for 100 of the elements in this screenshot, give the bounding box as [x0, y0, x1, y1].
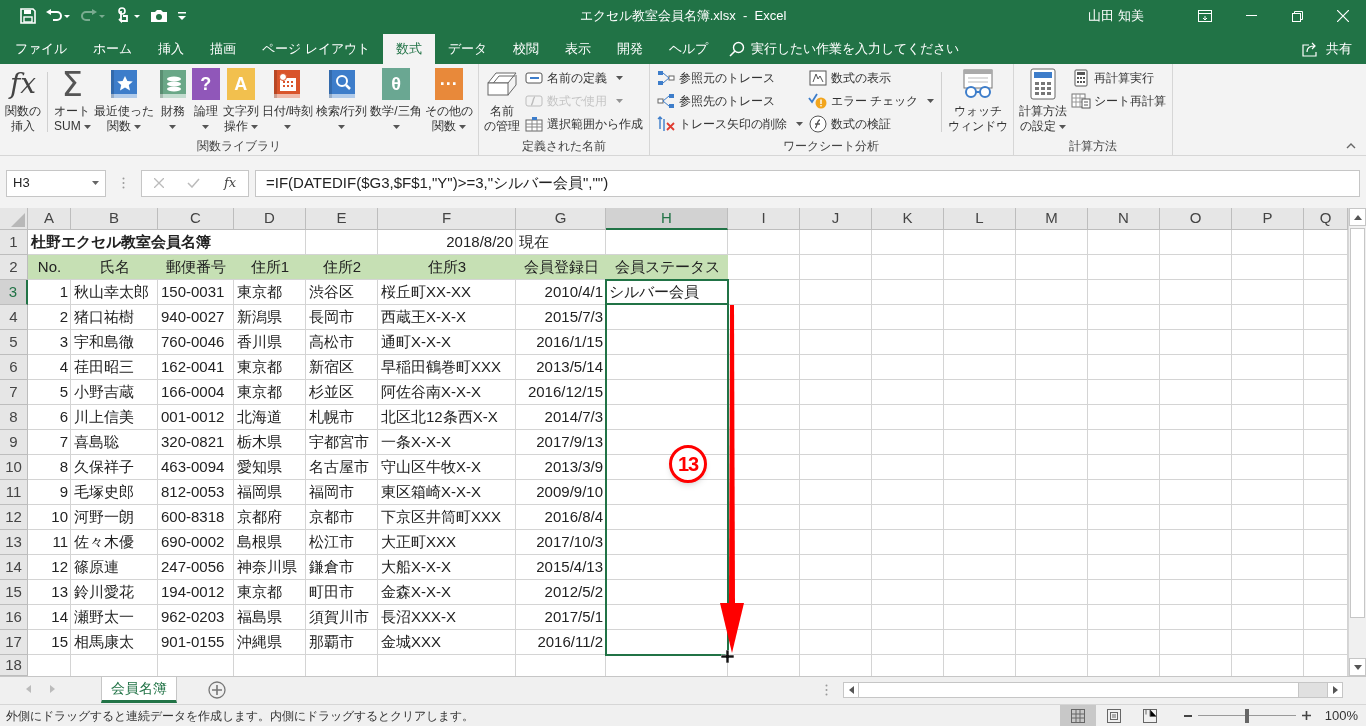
row-header[interactable]: 8: [0, 405, 28, 430]
share-button[interactable]: 共有: [1302, 34, 1352, 64]
scrollbar-thumb[interactable]: [859, 683, 1299, 697]
ribbon-tab[interactable]: 開発: [603, 34, 656, 64]
table-cell-text: 杉並区: [308, 381, 355, 402]
ribbon-button[interactable]: ウォッチ ウィンドウ: [947, 68, 1010, 134]
column-header[interactable]: G: [516, 208, 606, 230]
ribbon-button[interactable]: fx 関数の 挿入: [4, 68, 42, 134]
ribbon-button[interactable]: ? 論理: [190, 68, 221, 134]
row-header[interactable]: 9: [0, 430, 28, 455]
row-header[interactable]: 6: [0, 355, 28, 380]
sheet-tab[interactable]: 会員名簿: [101, 677, 177, 703]
column-header[interactable]: C: [158, 208, 234, 230]
normal-view-icon[interactable]: [1059, 705, 1096, 726]
ribbon-button[interactable]: 最近使った 関数: [92, 68, 155, 134]
ribbon-button[interactable]: 日付/時刻: [260, 68, 314, 134]
formula-field[interactable]: =IF(DATEDIF($G3,$F$1,"Y")>=3,"シルバー会員",""): [255, 169, 1360, 197]
zoom-slider-thumb[interactable]: [1244, 708, 1249, 723]
column-header[interactable]: P: [1232, 208, 1304, 230]
scroll-right-icon[interactable]: [1327, 683, 1342, 697]
undo-icon[interactable]: [45, 8, 71, 24]
row-header[interactable]: 1: [0, 230, 28, 255]
column-header[interactable]: E: [306, 208, 378, 230]
row-header[interactable]: 7: [0, 380, 28, 405]
vertical-scrollbar[interactable]: [1348, 208, 1366, 676]
zoom-level[interactable]: 100%: [1324, 705, 1358, 726]
ribbon-button[interactable]: 参照先のトレース: [655, 91, 803, 111]
zoom-in-icon[interactable]: [1301, 710, 1311, 721]
ribbon-button[interactable]: 再計算実行: [1071, 68, 1167, 88]
column-header[interactable]: Q: [1304, 208, 1348, 230]
ribbon-button[interactable]: 財務: [155, 68, 190, 134]
row-header[interactable]: 12: [0, 505, 28, 530]
ribbon-button[interactable]: 名前 の管理: [482, 68, 521, 134]
scrollbar-thumb[interactable]: [1350, 228, 1365, 618]
scroll-down-icon[interactable]: [1349, 658, 1366, 676]
ribbon-button[interactable]: 名前の定義: [523, 68, 643, 88]
customize-icon[interactable]: [177, 11, 187, 21]
row-header[interactable]: 4: [0, 305, 28, 330]
insert-function-button[interactable]: fx: [224, 173, 237, 193]
row-header[interactable]: 17: [0, 630, 28, 655]
row-header[interactable]: 14: [0, 555, 28, 580]
column-header[interactable]: K: [872, 208, 944, 230]
touch-mode-icon[interactable]: [115, 7, 141, 25]
column-header[interactable]: N: [1088, 208, 1160, 230]
table-cell-text: 佐々木優: [73, 531, 135, 552]
column-header[interactable]: B: [71, 208, 158, 230]
ribbon-button[interactable]: 計算方法 の設定: [1018, 68, 1069, 134]
zoom-slider[interactable]: [1197, 708, 1296, 723]
ribbon-button[interactable]: 数式の検証: [807, 114, 935, 134]
row-header[interactable]: 3: [0, 280, 28, 305]
add-sheet-icon[interactable]: [208, 681, 226, 699]
scroll-left-icon[interactable]: [844, 683, 859, 697]
table-cell-text: 2009/9/10: [535, 481, 604, 502]
ribbon-button[interactable]: A 文字列 操作: [221, 68, 260, 134]
ribbon-tab[interactable]: 挿入: [145, 34, 197, 64]
column-header[interactable]: I: [728, 208, 800, 230]
horizontal-scrollbar[interactable]: [843, 682, 1343, 698]
column-header[interactable]: D: [234, 208, 306, 230]
ribbon-button[interactable]: エラー チェック: [807, 91, 935, 111]
name-box[interactable]: H3: [6, 169, 106, 197]
column-header[interactable]: H: [606, 208, 728, 230]
table-cell-text: 久保祥子: [73, 456, 135, 477]
column-header[interactable]: F: [378, 208, 516, 230]
tell-me-field[interactable]: 実行したい作業を入力してください: [750, 39, 1081, 59]
grip-icon[interactable]: [825, 684, 828, 696]
ribbon-tab[interactable]: 表示: [551, 34, 604, 64]
ribbon-tab[interactable]: データ: [434, 34, 500, 64]
ribbon-button[interactable]: Σ オート SUM: [53, 68, 92, 134]
row-header[interactable]: 10: [0, 455, 28, 480]
save-icon[interactable]: [20, 8, 36, 24]
row-header[interactable]: 5: [0, 330, 28, 355]
row-header[interactable]: 16: [0, 605, 28, 630]
row-header[interactable]: 13: [0, 530, 28, 555]
column-header[interactable]: A: [28, 208, 71, 230]
ribbon-button[interactable]: トレース矢印の削除: [655, 114, 803, 134]
ribbon-tab[interactable]: 数式: [382, 34, 435, 64]
ribbon-button[interactable]: θ 数学/三角: [369, 68, 423, 134]
ribbon-tab[interactable]: ヘルプ: [655, 34, 721, 64]
ribbon-button[interactable]: 参照元のトレース: [655, 68, 803, 88]
row-header[interactable]: 2: [0, 255, 28, 280]
row-header[interactable]: 15: [0, 580, 28, 605]
ribbon-tab[interactable]: 描画: [197, 34, 249, 64]
column-header[interactable]: L: [944, 208, 1016, 230]
ribbon-button[interactable]: 数式の表示: [807, 68, 935, 88]
column-header[interactable]: J: [800, 208, 872, 230]
scroll-up-icon[interactable]: [1349, 208, 1366, 226]
column-header[interactable]: M: [1016, 208, 1088, 230]
row-header[interactable]: 18: [0, 655, 28, 676]
column-header[interactable]: O: [1160, 208, 1232, 230]
row-header[interactable]: 11: [0, 480, 28, 505]
ribbon-button[interactable]: 検索/行列: [315, 68, 369, 134]
camera-icon[interactable]: [150, 9, 168, 23]
ribbon-tab[interactable]: ホーム: [80, 34, 145, 64]
ribbon-button[interactable]: 選択範囲から作成: [523, 114, 643, 134]
collapse-ribbon-icon[interactable]: [1346, 143, 1356, 149]
ribbon-tab[interactable]: ページ レイアウト: [249, 34, 383, 64]
ribbon-button[interactable]: ··· その他の 関数: [423, 68, 474, 134]
ribbon-tab[interactable]: ファイル: [2, 34, 80, 64]
ribbon-button[interactable]: シート再計算: [1071, 91, 1167, 111]
ribbon-tab[interactable]: 校閲: [499, 34, 552, 64]
